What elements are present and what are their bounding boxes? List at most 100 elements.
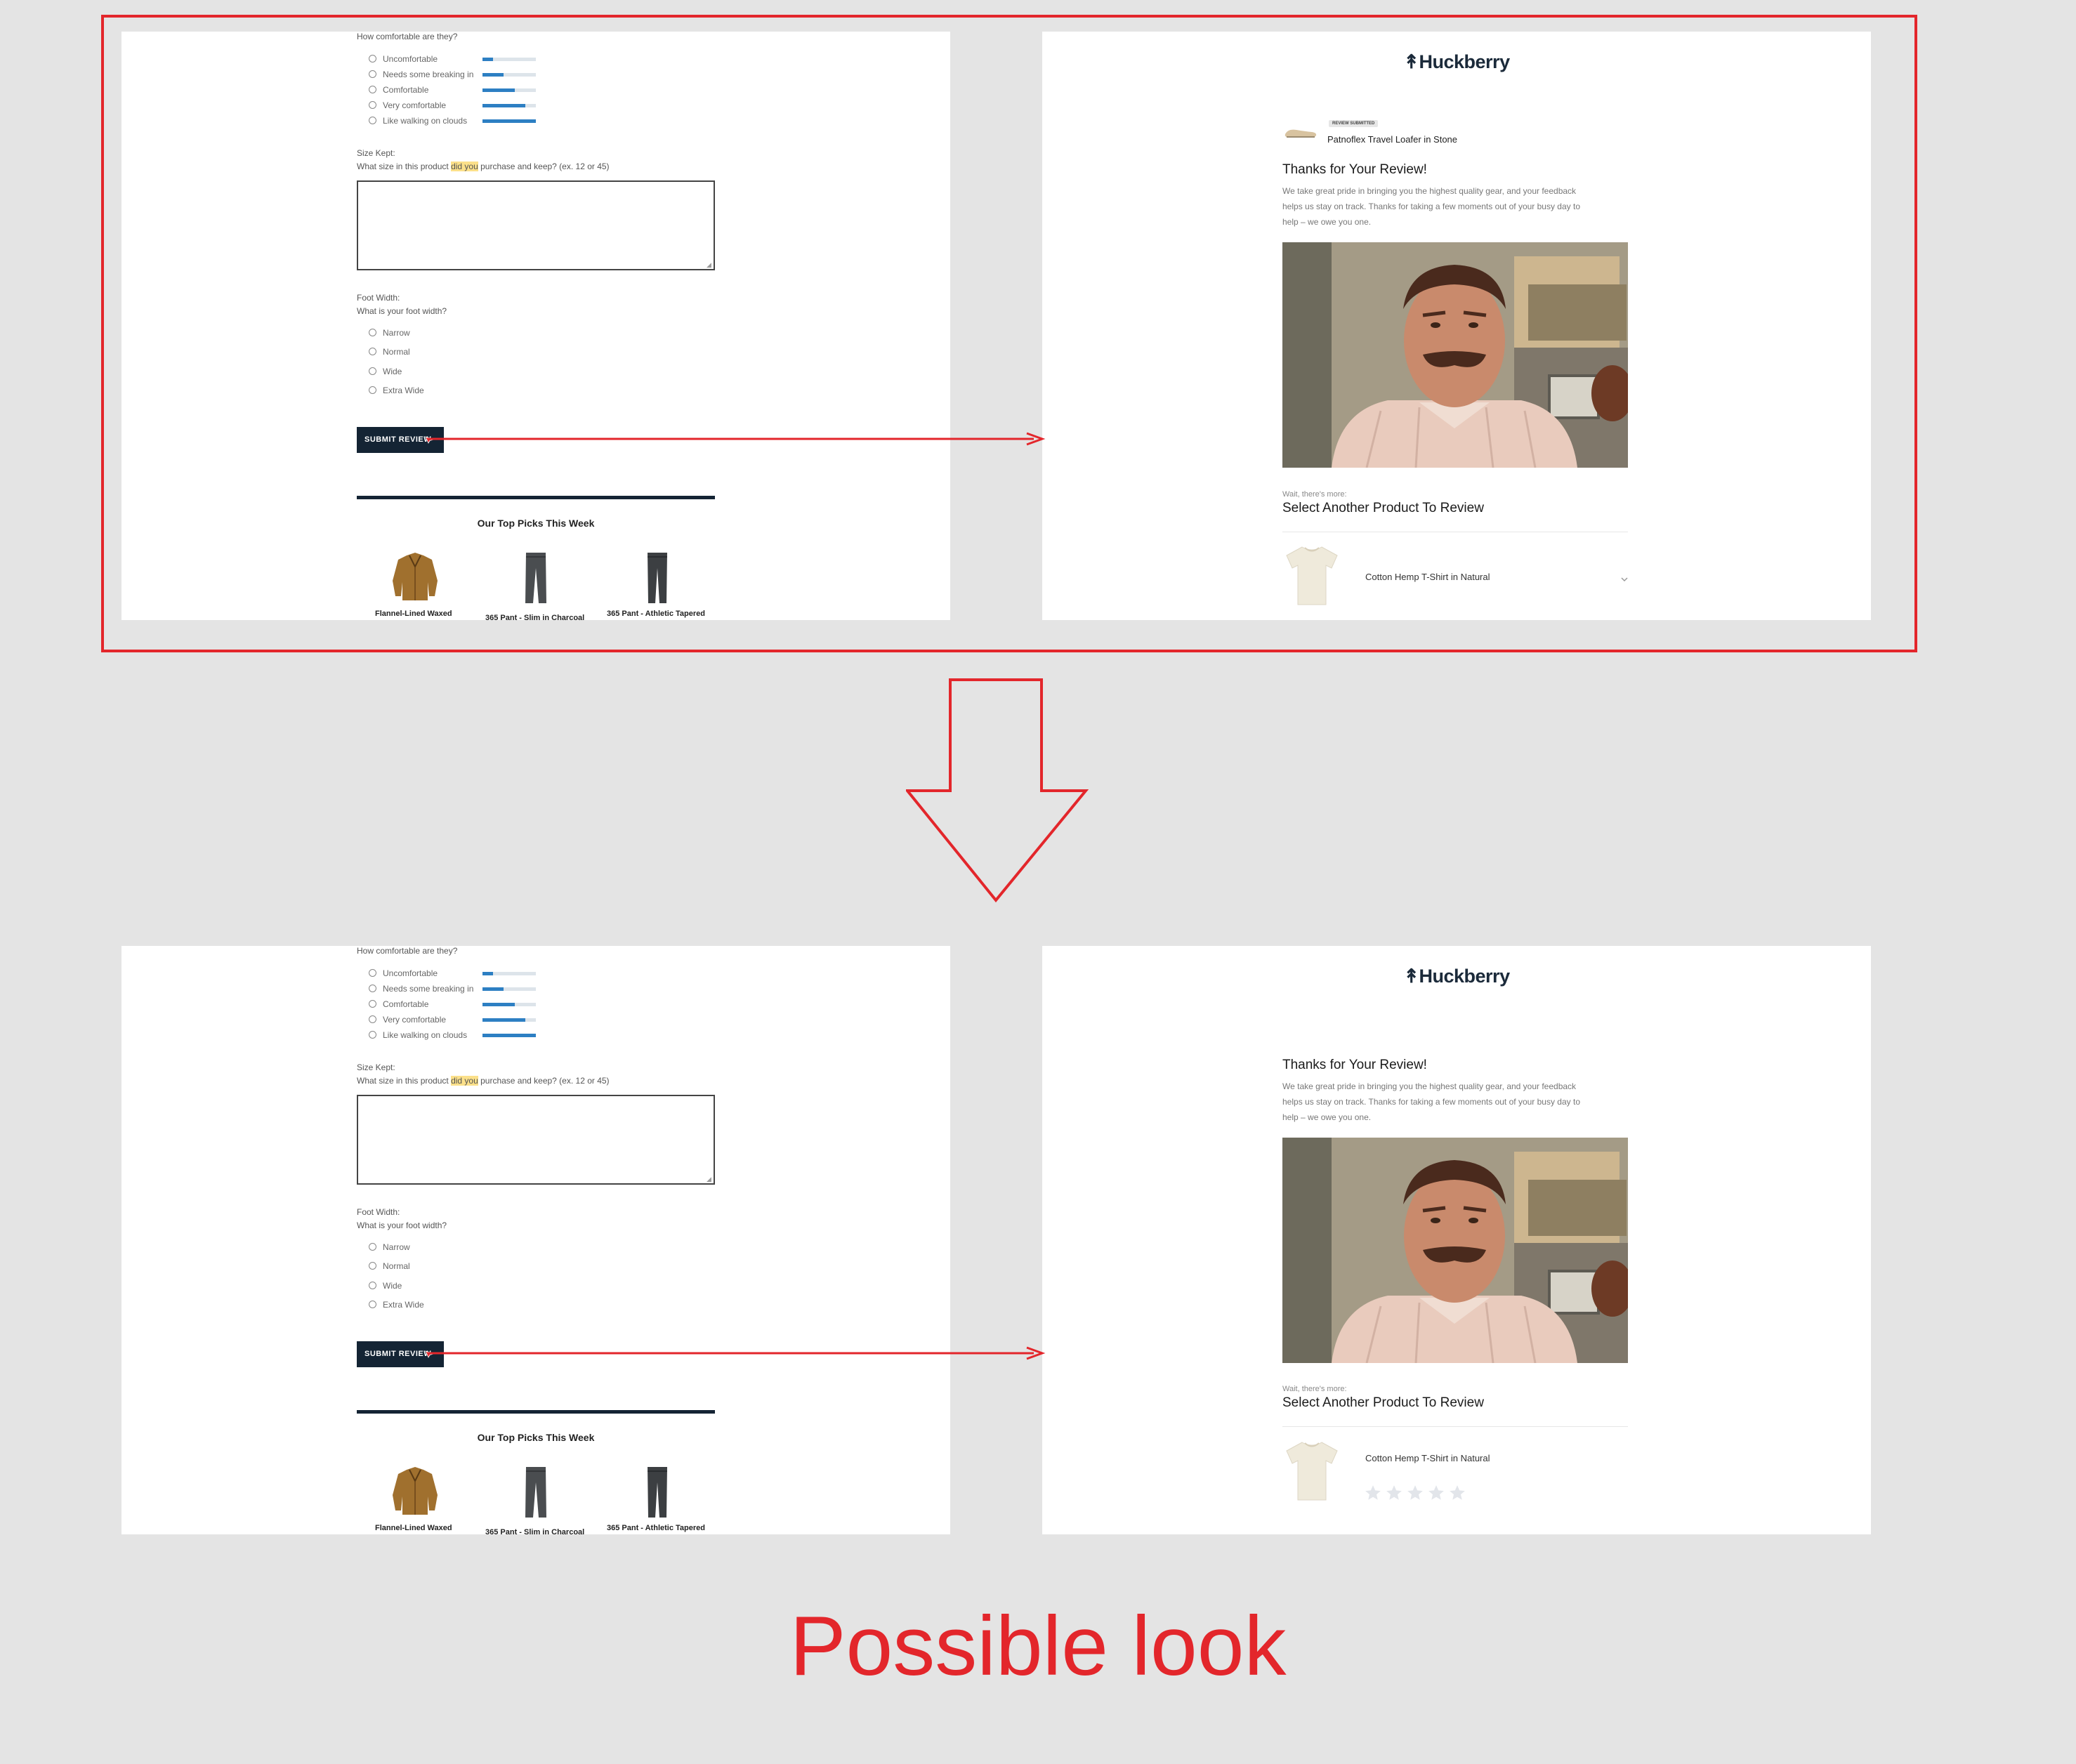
- comfort-radio-clouds[interactable]: [369, 1031, 376, 1039]
- flow-arrow-head: [1026, 1346, 1046, 1360]
- pick-label[interactable]: 365 Pant - Athletic Tapered: [607, 610, 705, 618]
- thanks-paragraph: We take great pride in bringing you the …: [1282, 1081, 1580, 1122]
- foot-width-question: What is your foot width?: [357, 1220, 447, 1230]
- comfort-bar: [482, 1003, 536, 1006]
- thanks-paragraph: We take great pride in bringing you the …: [1282, 186, 1580, 227]
- width-label: Wide: [383, 367, 402, 376]
- comfort-label: Very comfortable: [383, 100, 447, 110]
- divider: [1282, 1426, 1628, 1427]
- tshirt-image[interactable]: [1284, 1440, 1340, 1501]
- pick-label[interactable]: Flannel-Lined Waxed: [375, 610, 452, 618]
- comfort-bar: [482, 73, 536, 77]
- review-form-panel-before: How comfortable are they? Uncomfortable …: [121, 32, 950, 620]
- comfort-radio-breaking-in[interactable]: [369, 985, 376, 992]
- comfort-radio-uncomfortable[interactable]: [369, 55, 376, 62]
- thanks-title: Thanks for Your Review!: [1282, 162, 1427, 177]
- comfort-label: Needs some breaking in: [383, 984, 474, 994]
- comfort-radio-comfortable[interactable]: [369, 86, 376, 93]
- star-icon[interactable]: [1364, 1484, 1382, 1502]
- foot-width-label: Foot Width:: [357, 1207, 400, 1217]
- comfort-bar: [482, 88, 536, 92]
- width-radio-wide[interactable]: [369, 1282, 376, 1289]
- down-arrow-icon: [906, 678, 1089, 903]
- comfort-label: Comfortable: [383, 999, 429, 1009]
- comfort-label: Uncomfortable: [383, 54, 438, 64]
- submit-review-button[interactable]: SUBMIT REVIEW: [357, 1341, 444, 1367]
- width-radio-normal[interactable]: [369, 1262, 376, 1270]
- huckberry-logo[interactable]: ↟Huckberry: [1042, 966, 1871, 987]
- width-radio-extra-wide[interactable]: [369, 386, 376, 394]
- star-icon[interactable]: [1427, 1484, 1445, 1502]
- width-radio-narrow[interactable]: [369, 329, 376, 336]
- review-submitted-badge: REVIEW SUBMITTED: [1329, 120, 1379, 127]
- comfort-radio-breaking-in[interactable]: [369, 70, 376, 78]
- next-product-name[interactable]: Cotton Hemp T-Shirt in Natural: [1365, 572, 1490, 582]
- comfort-bar: [482, 1034, 536, 1037]
- next-product-name[interactable]: Cotton Hemp T-Shirt in Natural: [1365, 1453, 1490, 1463]
- chevron-down-icon[interactable]: [1620, 574, 1629, 584]
- section-divider: [357, 496, 715, 499]
- submit-review-label: SUBMIT REVIEW: [364, 1350, 432, 1358]
- comfort-label: Uncomfortable: [383, 968, 438, 978]
- pick-label[interactable]: 365 Pant - Slim in Charcoal: [485, 614, 584, 620]
- section-divider: [357, 1410, 715, 1414]
- comfort-label: Needs some breaking in: [383, 70, 474, 79]
- comfort-radio-uncomfortable[interactable]: [369, 969, 376, 977]
- jacket-image[interactable]: [388, 1466, 442, 1516]
- width-label: Normal: [383, 347, 410, 357]
- pant-image[interactable]: [645, 1466, 670, 1519]
- comfort-bar: [482, 58, 536, 61]
- submit-review-button[interactable]: SUBMIT REVIEW: [357, 427, 444, 453]
- tree-icon: ↟: [1403, 51, 1419, 72]
- star-rating[interactable]: [1364, 1484, 1466, 1502]
- tree-icon: ↟: [1403, 966, 1419, 987]
- pick-label[interactable]: 365 Pant - Athletic Tapered: [607, 1524, 705, 1532]
- size-kept-textarea[interactable]: ◢: [357, 1095, 715, 1185]
- comfort-bar: [482, 987, 536, 991]
- comfort-label: Very comfortable: [383, 1015, 447, 1025]
- size-kept-textarea[interactable]: ◢: [357, 180, 715, 270]
- cursor-icon: [425, 1350, 434, 1358]
- width-radio-normal[interactable]: [369, 348, 376, 355]
- possible-look-caption: Possible look: [789, 1599, 1287, 1693]
- star-icon[interactable]: [1448, 1484, 1466, 1502]
- comfort-radio-very-comfortable[interactable]: [369, 1015, 376, 1023]
- resize-handle-icon[interactable]: ◢: [707, 1176, 713, 1183]
- comfort-radio-comfortable[interactable]: [369, 1000, 376, 1008]
- comfort-question: How comfortable are they?: [357, 946, 458, 956]
- width-radio-wide[interactable]: [369, 367, 376, 375]
- comfort-bar: [482, 104, 536, 107]
- reviewed-product-name: Patnoflex Travel Loafer in Stone: [1327, 134, 1458, 145]
- review-form-panel-after: How comfortable are they? Uncomfortable …: [121, 946, 950, 1534]
- width-radio-extra-wide[interactable]: [369, 1301, 376, 1308]
- pant-image[interactable]: [523, 1466, 548, 1519]
- highlighted-text: did you: [451, 162, 478, 171]
- tshirt-image[interactable]: [1284, 544, 1340, 606]
- star-icon[interactable]: [1385, 1484, 1403, 1502]
- resize-handle-icon[interactable]: ◢: [707, 262, 713, 268]
- width-label: Extra Wide: [383, 1300, 424, 1310]
- size-question: What size in this product did you purcha…: [357, 1076, 610, 1086]
- comfort-bar: [482, 972, 536, 975]
- width-label: Normal: [383, 1261, 410, 1271]
- star-icon[interactable]: [1406, 1484, 1424, 1502]
- width-radio-narrow[interactable]: [369, 1243, 376, 1251]
- select-another-title: Select Another Product To Review: [1282, 501, 1484, 515]
- wait-text: Wait, there's more:: [1282, 1385, 1347, 1393]
- huckberry-logo[interactable]: ↟Huckberry: [1042, 51, 1871, 73]
- pant-image[interactable]: [645, 551, 670, 605]
- pick-label[interactable]: 365 Pant - Slim in Charcoal: [485, 1528, 584, 1534]
- highlighted-text: did you: [451, 1076, 478, 1086]
- comfort-bar: [482, 119, 536, 123]
- jacket-image[interactable]: [388, 551, 442, 602]
- comfort-label: Like walking on clouds: [383, 1030, 468, 1040]
- comfort-radio-clouds[interactable]: [369, 117, 376, 124]
- top-picks-title: Our Top Picks This Week: [477, 518, 595, 529]
- comfort-radio-very-comfortable[interactable]: [369, 101, 376, 109]
- pant-image[interactable]: [523, 551, 548, 605]
- comfort-label: Like walking on clouds: [383, 116, 468, 126]
- loafer-image: [1285, 129, 1317, 138]
- width-label: Narrow: [383, 328, 410, 338]
- pick-label[interactable]: Flannel-Lined Waxed: [375, 1524, 452, 1532]
- comfort-bar: [482, 1018, 536, 1022]
